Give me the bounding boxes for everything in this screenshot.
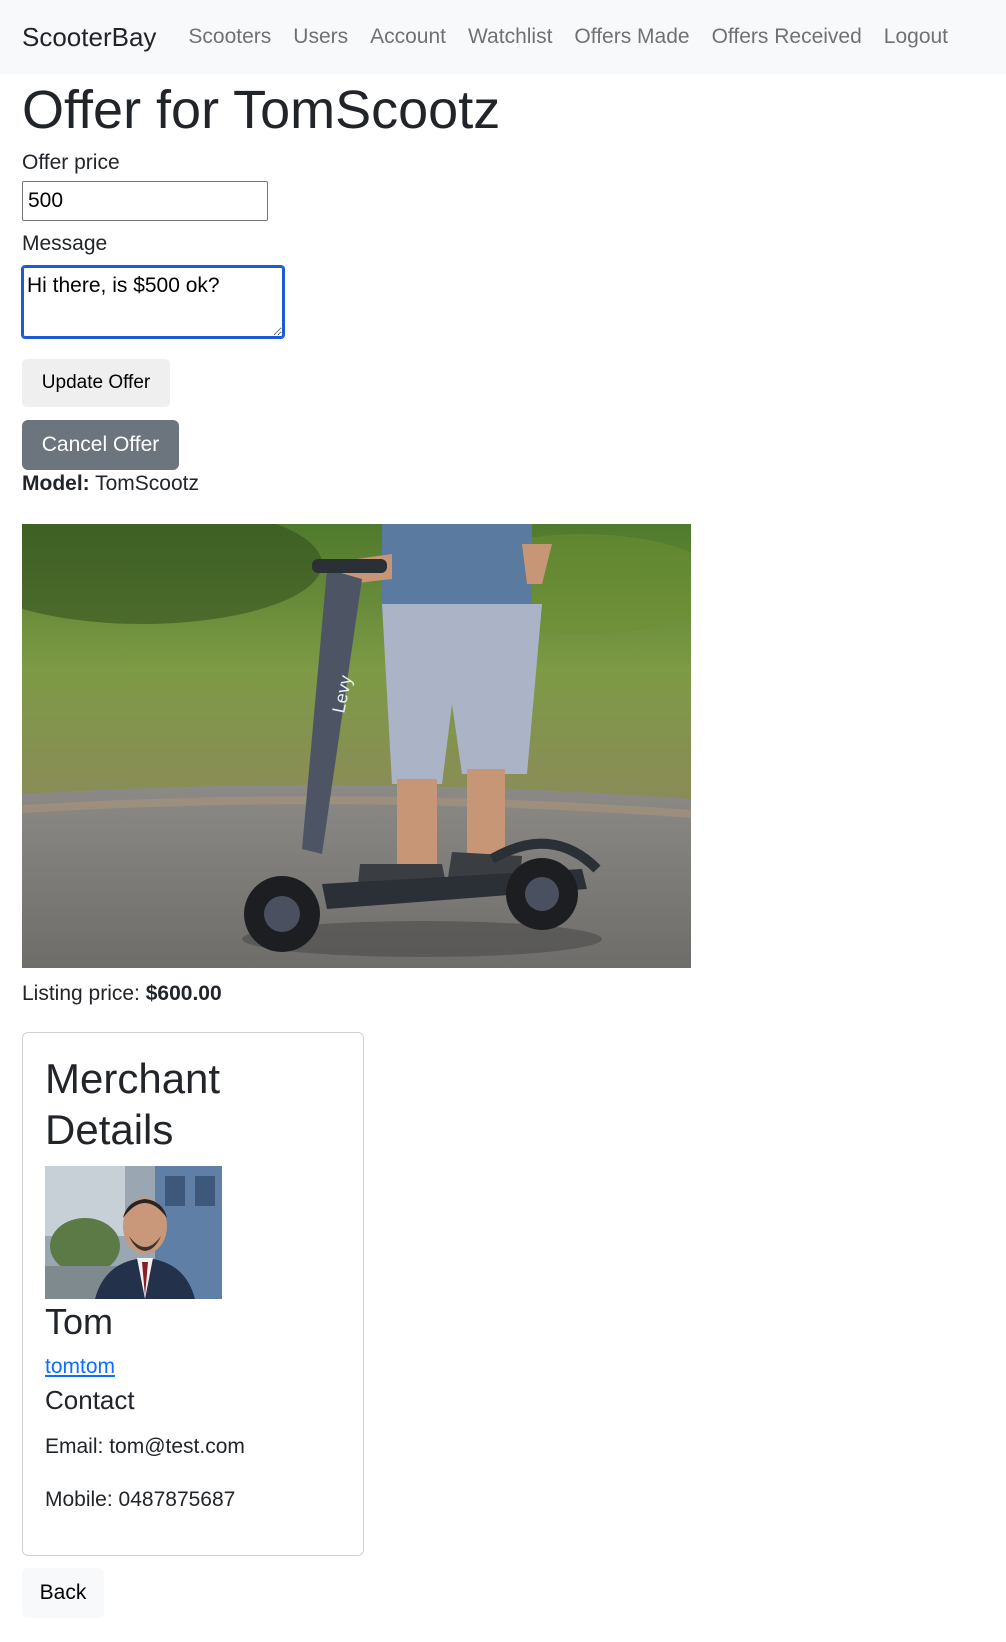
back-button[interactable]: Back (22, 1568, 104, 1618)
merchant-name: Tom (45, 1301, 114, 1342)
card-title-line2: Details (45, 1106, 174, 1153)
email-value: tom@test.com (109, 1435, 245, 1458)
avatar-illustration (45, 1166, 222, 1299)
message-textarea[interactable]: Hi there, is $500 ok? (21, 265, 285, 339)
nav-link-users[interactable]: Users (293, 25, 348, 49)
merchant-mobile: Mobile: 0487875687 (45, 1488, 235, 1512)
message-label: Message (22, 232, 108, 255)
offer-price-input[interactable] (22, 181, 268, 221)
contact-heading: Contact (45, 1385, 135, 1415)
listing-price-value: $600.00 (145, 982, 222, 1005)
merchant-avatar (45, 1166, 222, 1299)
merchant-card: Merchant Details Tom tomtom Contact Emai… (22, 1032, 364, 1556)
email-label: Email: (45, 1435, 104, 1458)
nav-link-account[interactable]: Account (370, 25, 446, 49)
model-label: Model: (22, 472, 90, 495)
mobile-label: Mobile: (45, 1488, 113, 1511)
cancel-offer-button[interactable]: Cancel Offer (22, 420, 179, 470)
nav-link-scooters[interactable]: Scooters (188, 25, 271, 49)
model-line: Model: TomScootz (22, 472, 199, 496)
listing-price-label: Listing price: (22, 982, 140, 1005)
scooter-photo-illustration: Levy (22, 524, 691, 968)
card-title-line1: Merchant (45, 1055, 221, 1102)
update-offer-button[interactable]: Update Offer (22, 359, 170, 407)
mobile-value: 0487875687 (118, 1488, 236, 1511)
page-title: Offer for TomScootz (22, 80, 501, 140)
nav-link-watchlist[interactable]: Watchlist (468, 25, 552, 49)
brand-link[interactable]: ScooterBay (22, 22, 156, 53)
nav-link-offers-made[interactable]: Offers Made (574, 25, 689, 49)
scooter-image: Levy (22, 524, 691, 968)
navbar: ScooterBay Scooters Users Account Watchl… (0, 0, 1006, 74)
merchant-username-link[interactable]: tomtom (45, 1355, 115, 1379)
offer-price-label: Offer price (22, 151, 120, 174)
nav-link-offers-received[interactable]: Offers Received (712, 25, 862, 49)
listing-price-line: Listing price: $600.00 (22, 982, 222, 1006)
nav-link-logout[interactable]: Logout (884, 25, 948, 49)
merchant-card-title: Merchant Details (45, 1053, 220, 1155)
model-value: TomScootz (95, 472, 199, 495)
merchant-email: Email: tom@test.com (45, 1435, 245, 1459)
